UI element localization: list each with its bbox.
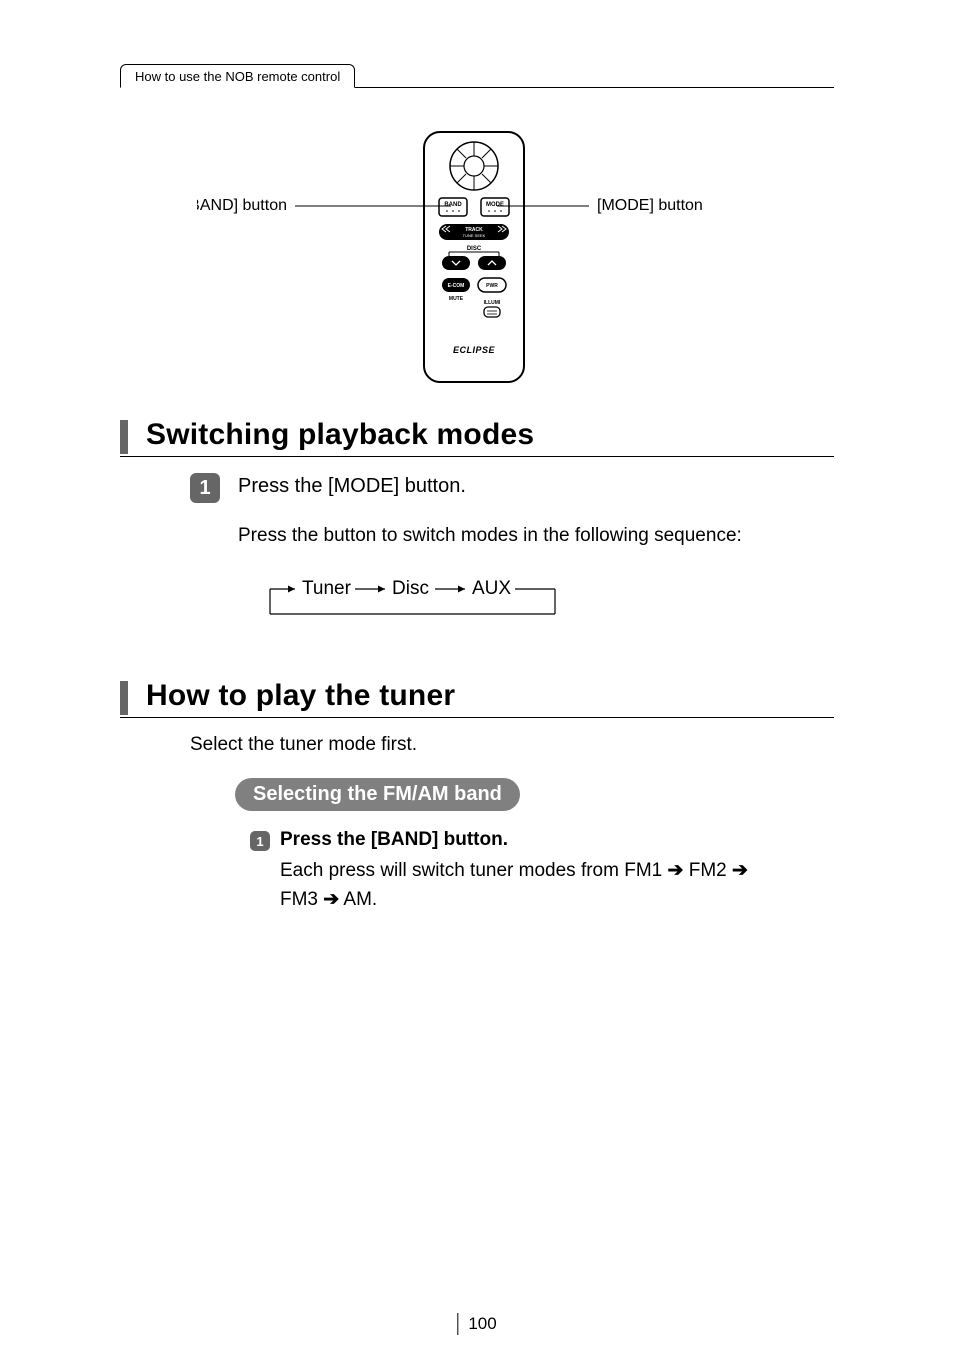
heading-switching-text: Switching playback modes [146,418,534,456]
mode-button-text: MODE [486,202,504,208]
remote-diagram: [BAND] button [MODE] button [120,128,834,388]
heading-bar-icon [120,681,128,715]
ecom-label: E-COM [448,283,465,289]
mute-label: MUTE [449,296,464,302]
flow-disc: Disc [392,578,429,599]
illumi-label: ILLUMI [484,300,501,306]
arrow-icon: ➔ [668,860,684,881]
sub-body-am: AM. [339,889,377,910]
mode-flow: Tuner Disc AUX [250,569,834,629]
heading-tuner-text: How to play the tuner [146,679,455,717]
header-rule: How to use the NOB remote control [120,60,834,88]
step-1-text: Press the [MODE] button. [238,473,466,498]
header-tab: How to use the NOB remote control [120,64,355,88]
pill-selecting-band: Selecting the FM/AM band [235,778,520,811]
disc-label: DISC [467,246,482,252]
flow-aux: AUX [472,578,511,599]
remote-svg: [BAND] button [MODE] button [197,128,757,388]
arrow-icon: ➔ [732,860,748,881]
step-1: 1 Press the [MODE] button. [190,473,834,503]
step-1-badge: 1 [190,473,220,503]
disc-down-button [442,256,470,270]
heading-bar-icon [120,420,128,454]
band-button-text: BAND [444,202,462,208]
remote-dial-spokes [450,142,498,190]
pwr-label: PWR [486,283,498,289]
flow-tuner: Tuner [302,578,352,599]
substep-1-title: Press the [BAND] button. [280,829,508,851]
disc-up-button [478,256,506,270]
page-content: How to use the NOB remote control [BAND]… [120,60,834,1295]
band-callout-label: [BAND] button [197,197,287,214]
tune-seek-label: TUNE SEEK [463,233,486,238]
tuner-intro: Select the tuner mode first. [190,734,834,756]
substep-1-body: Each press will switch tuner modes from … [280,857,834,914]
brand-label: ECLIPSE [453,345,496,355]
substep-1: 1 Press the [BAND] button. [250,829,834,851]
illumi-button [484,307,500,317]
remote-dial-inner [464,156,484,176]
sub-body-fm2: FM2 [683,860,732,881]
section-heading-switching: Switching playback modes [120,418,834,457]
section-heading-tuner: How to play the tuner [120,679,834,718]
step-1-note: Press the button to switch modes in the … [238,525,834,547]
sub-body-pre: Each press will switch tuner modes from … [280,860,668,881]
sub-body-fm3: FM3 [280,889,323,910]
page-number: 100 [457,1313,496,1335]
arrow-icon: ➔ [323,889,339,910]
mode-callout-label: [MODE] button [597,197,703,214]
substep-1-badge: 1 [250,831,270,851]
